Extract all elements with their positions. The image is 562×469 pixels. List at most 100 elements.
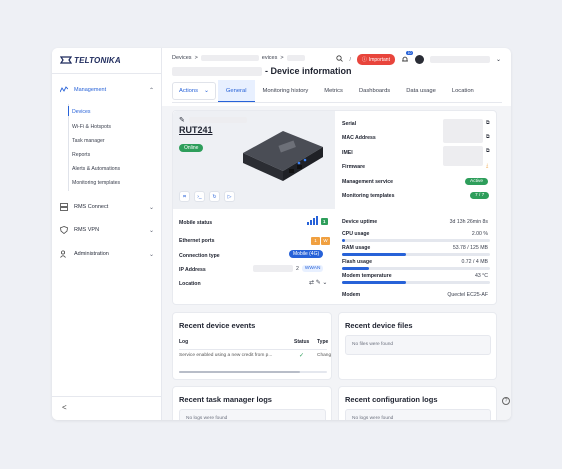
sidebar-item-alerts-automations[interactable]: Alerts & Automations [72,166,120,172]
actions-label: Actions [179,88,199,94]
device-image-panel: ✎ RUT241 Online ⌗ ›_ ↻ ▷ [173,111,335,209]
ram-usage-fill [342,253,406,256]
event-log-text: Service enabled using a new credit from … [179,353,273,358]
task-logs-title: Recent task manager logs [179,395,272,404]
location-label: Location [179,281,201,287]
breadcrumb-devices[interactable]: Devices [172,55,192,61]
ethernet-ports-label: Ethernet ports [179,238,215,244]
sidebar-group-label: Management [74,87,107,93]
cli-icon[interactable]: ⌗ [179,191,190,202]
bell-icon [401,56,408,61]
cpu-value: 2.00 % [471,231,488,237]
tab-general[interactable]: General [217,80,255,102]
copy-icon[interactable]: ⧉ [486,134,490,140]
tab-dashboards[interactable]: Dashboards [351,80,398,102]
tab-location[interactable]: Location [444,80,482,102]
cpu-label: CPU usage [342,231,370,237]
ip-address-label: IP Address [179,267,206,273]
management-service-label: Management service [342,179,394,185]
location-actions: ⇄ ✎ ⌄ [309,279,327,286]
sidebar-divider [52,73,162,74]
management-service-badge: Active [465,178,489,185]
uptime-label: Device uptime [342,219,378,225]
wwan-badge: WWAN [301,265,324,272]
tab-metrics[interactable]: Metrics [316,80,351,102]
events-col-type: Type [317,339,329,345]
modem-temp-label: Modem temperature [342,273,392,279]
page-title-text: - Device information [265,66,352,76]
sidebar-group-administration[interactable]: Administration ⌄ [52,245,162,263]
search-icon[interactable] [336,55,344,64]
redacted-text [200,55,259,61]
sidebar-item-devices[interactable]: Devices [72,109,90,115]
redacted-user-name [429,56,490,63]
sidebar-group-label: RMS VPN [74,227,100,233]
chevron-down-icon: ⌄ [148,204,154,211]
chart-icon [60,86,68,94]
teltonika-logo-icon [60,56,72,64]
wan-port-icon: W [321,237,330,245]
check-icon: ✓ [299,353,305,359]
router-image [243,131,323,181]
ethernet-ports: 1W [310,237,330,245]
mac-address-label: MAC Address [342,135,376,141]
sidebar-item-wifi-hotspots[interactable]: Wi-Fi & Hotspots [72,124,111,130]
task-logs-card: Recent task manager logs No logs were fo… [172,386,332,420]
horizontal-scrollbar[interactable] [179,371,327,373]
files-empty-state: No files were found [345,335,491,355]
flash-value: 0.72 / 4 MB [461,259,488,265]
chevron-down-icon[interactable]: ⌄ [322,280,327,286]
important-button[interactable]: ⓘ Important [356,54,395,65]
logo-text: TELTONIKA [74,55,121,65]
sidebar-active-marker [68,106,69,116]
edit-icon[interactable]: ✎ [316,280,321,286]
sync-icon[interactable]: ⇄ [309,280,314,286]
connection-type-value: Mobile (4G) [289,250,324,258]
chevron-down-icon[interactable]: ⌄ [496,56,501,63]
refresh-icon[interactable]: ↻ [209,191,220,202]
sidebar-item-monitoring-templates[interactable]: Monitoring templates [72,180,120,186]
main-area: Devices > evices > - Device information … [162,48,511,420]
actions-dropdown[interactable]: Actions ⌄ [172,82,216,100]
terminal-icon[interactable]: ›_ [194,191,205,202]
sidebar-group-rms-vpn[interactable]: RMS VPN ⌄ [52,221,162,239]
chevron-up-icon: ⌃ [148,87,154,94]
recent-files-card: Recent device files No files were found [338,312,497,380]
tab-data-usage[interactable]: Data usage [398,80,444,102]
recent-events-title: Recent device events [179,321,256,330]
teltonika-logo[interactable]: TELTONIKA [60,55,121,65]
sidebar-group-management[interactable]: Management ⌃ [52,81,162,99]
ip-suffix: 2 [296,265,299,272]
ram-usage-bar [342,253,490,256]
server-icon [60,203,68,211]
device-model-link[interactable]: RUT241 [179,125,213,135]
status-badge: Online [179,144,204,152]
avatar[interactable] [414,55,424,64]
connection-type-label: Connection type [179,253,220,259]
imei-label: IMEI [342,150,353,156]
monitoring-templates-badge[interactable]: 7 / 7 [470,192,490,199]
ram-label: RAM usage [342,245,371,251]
breadcrumb-group[interactable]: evices [262,55,278,61]
sidebar-item-task-manager[interactable]: Task manager [72,138,105,144]
signal-sim-badge: 1 [321,218,328,225]
config-logs-title: Recent configuration logs [345,395,438,404]
edit-icon[interactable]: ✎ [179,116,185,124]
help-icon[interactable]: ? [502,397,510,405]
header-toolbar: / ⓘ Important 10 ⌄ [336,50,501,65]
app-window: TELTONIKA Management ⌃ Devices Wi-Fi & H… [52,48,511,420]
notifications-button[interactable]: 10 [401,50,413,65]
collapse-sidebar-button[interactable]: < [62,403,67,412]
copy-icon[interactable]: ⧉ [486,120,490,126]
notification-count-badge: 10 [406,50,413,55]
recent-events-card: Recent device events Log Status Type Ser… [172,312,332,380]
copy-icon[interactable]: ⧉ [486,148,490,154]
breadcrumb-separator: > [280,55,284,61]
tab-monitoring-history[interactable]: Monitoring history [255,80,317,102]
sidebar-item-reports[interactable]: Reports [72,152,90,158]
sidebar-group-rms-connect[interactable]: RMS Connect ⌄ [52,198,162,216]
play-icon[interactable]: ▷ [224,191,235,202]
firmware-label: Firmware [342,164,366,170]
page-title: - Device information [172,66,352,76]
download-icon[interactable]: ⤓ [486,163,488,169]
